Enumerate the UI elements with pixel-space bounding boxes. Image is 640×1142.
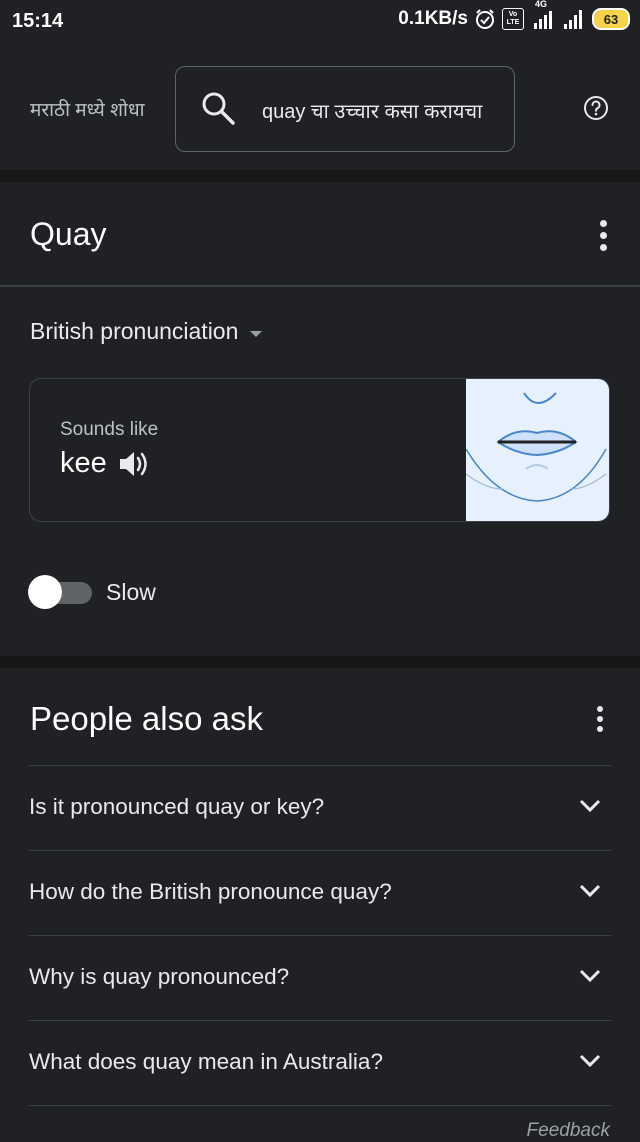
more-options-icon[interactable] xyxy=(597,706,603,732)
paa-question-item[interactable]: What does quay mean in Australia? xyxy=(29,1020,611,1105)
accent-selector[interactable]: British pronunciation xyxy=(30,318,263,345)
search-header: मराठी मध्ये शोधा quay चा उच्चार कसा कराय… xyxy=(0,44,640,170)
speaker-icon[interactable] xyxy=(117,448,151,480)
pronunciation-card: Quay British pronunciation Sounds like k… xyxy=(0,182,640,656)
paa-question[interactable]: How do the British pronounce quay? xyxy=(29,879,392,905)
chevron-down-icon[interactable] xyxy=(579,969,601,983)
card-divider xyxy=(0,285,640,287)
network-type-label: 4G xyxy=(535,0,548,9)
toggle-knob xyxy=(28,575,62,609)
search-box[interactable]: quay चा उच्चार कसा करायचा xyxy=(175,66,515,152)
paa-question-item[interactable]: How do the British pronounce quay? xyxy=(29,850,611,935)
slow-toggle[interactable] xyxy=(28,574,92,610)
section-divider xyxy=(0,170,640,182)
status-time: 15:14 xyxy=(12,10,64,32)
accent-label[interactable]: British pronunciation xyxy=(30,318,238,345)
phonetic-text: kee xyxy=(60,447,107,479)
status-icons: 0.1KB/s Vo LTE 4G 63 xyxy=(398,0,630,30)
dropdown-caret-icon[interactable] xyxy=(250,330,263,337)
mouth-illustration xyxy=(465,379,609,521)
paa-question[interactable]: Is it pronounced quay or key? xyxy=(29,794,324,820)
slow-label: Slow xyxy=(106,578,156,605)
chevron-down-icon[interactable] xyxy=(579,1054,601,1068)
battery-level: 63 xyxy=(603,11,619,27)
volte-icon: Vo LTE xyxy=(502,8,524,30)
signal-4g-icon: 4G xyxy=(530,0,556,29)
alarm-icon xyxy=(476,9,494,29)
battery-icon: 63 xyxy=(592,8,630,30)
volte-top-label: Vo xyxy=(508,11,518,18)
paa-question-item[interactable]: Why is quay pronounced? xyxy=(29,935,611,1020)
status-bar: 15:14 0.1KB/s Vo LTE 4G 63 xyxy=(0,0,640,44)
paa-list-end-divider xyxy=(29,1105,611,1106)
signal-icon xyxy=(564,10,582,29)
sounds-like-label: Sounds like xyxy=(60,419,159,440)
more-options-icon[interactable] xyxy=(600,220,607,251)
feedback-link[interactable]: Feedback xyxy=(527,1120,610,1142)
phonetic-row[interactable]: kee xyxy=(60,447,151,480)
paa-question[interactable]: What does quay mean in Australia? xyxy=(29,1049,383,1075)
paa-title: People also ask xyxy=(30,700,263,737)
chevron-down-icon[interactable] xyxy=(579,799,601,813)
people-also-ask-card: People also ask Is it pronounced quay or… xyxy=(0,668,640,1141)
chevron-down-icon[interactable] xyxy=(579,884,601,898)
search-query[interactable]: quay चा उच्चार कसा करायचा xyxy=(262,97,482,124)
search-icon[interactable] xyxy=(200,90,236,126)
sounds-like-card: Sounds like kee xyxy=(29,378,610,522)
help-icon[interactable] xyxy=(583,95,609,121)
slow-toggle-row[interactable]: Slow xyxy=(28,574,156,610)
network-speed: 0.1KB/s xyxy=(398,8,468,29)
paa-question-item[interactable]: Is it pronounced quay or key? xyxy=(29,765,611,850)
paa-list: Is it pronounced quay or key? How do the… xyxy=(29,765,611,1106)
section-divider xyxy=(0,656,640,668)
volte-bottom-label: LTE xyxy=(506,19,520,26)
search-language-label[interactable]: मराठी मध्ये शोधा xyxy=(30,96,145,122)
paa-question[interactable]: Why is quay pronounced? xyxy=(29,964,289,990)
word-title: Quay xyxy=(30,216,107,252)
lips-icon xyxy=(465,392,607,502)
